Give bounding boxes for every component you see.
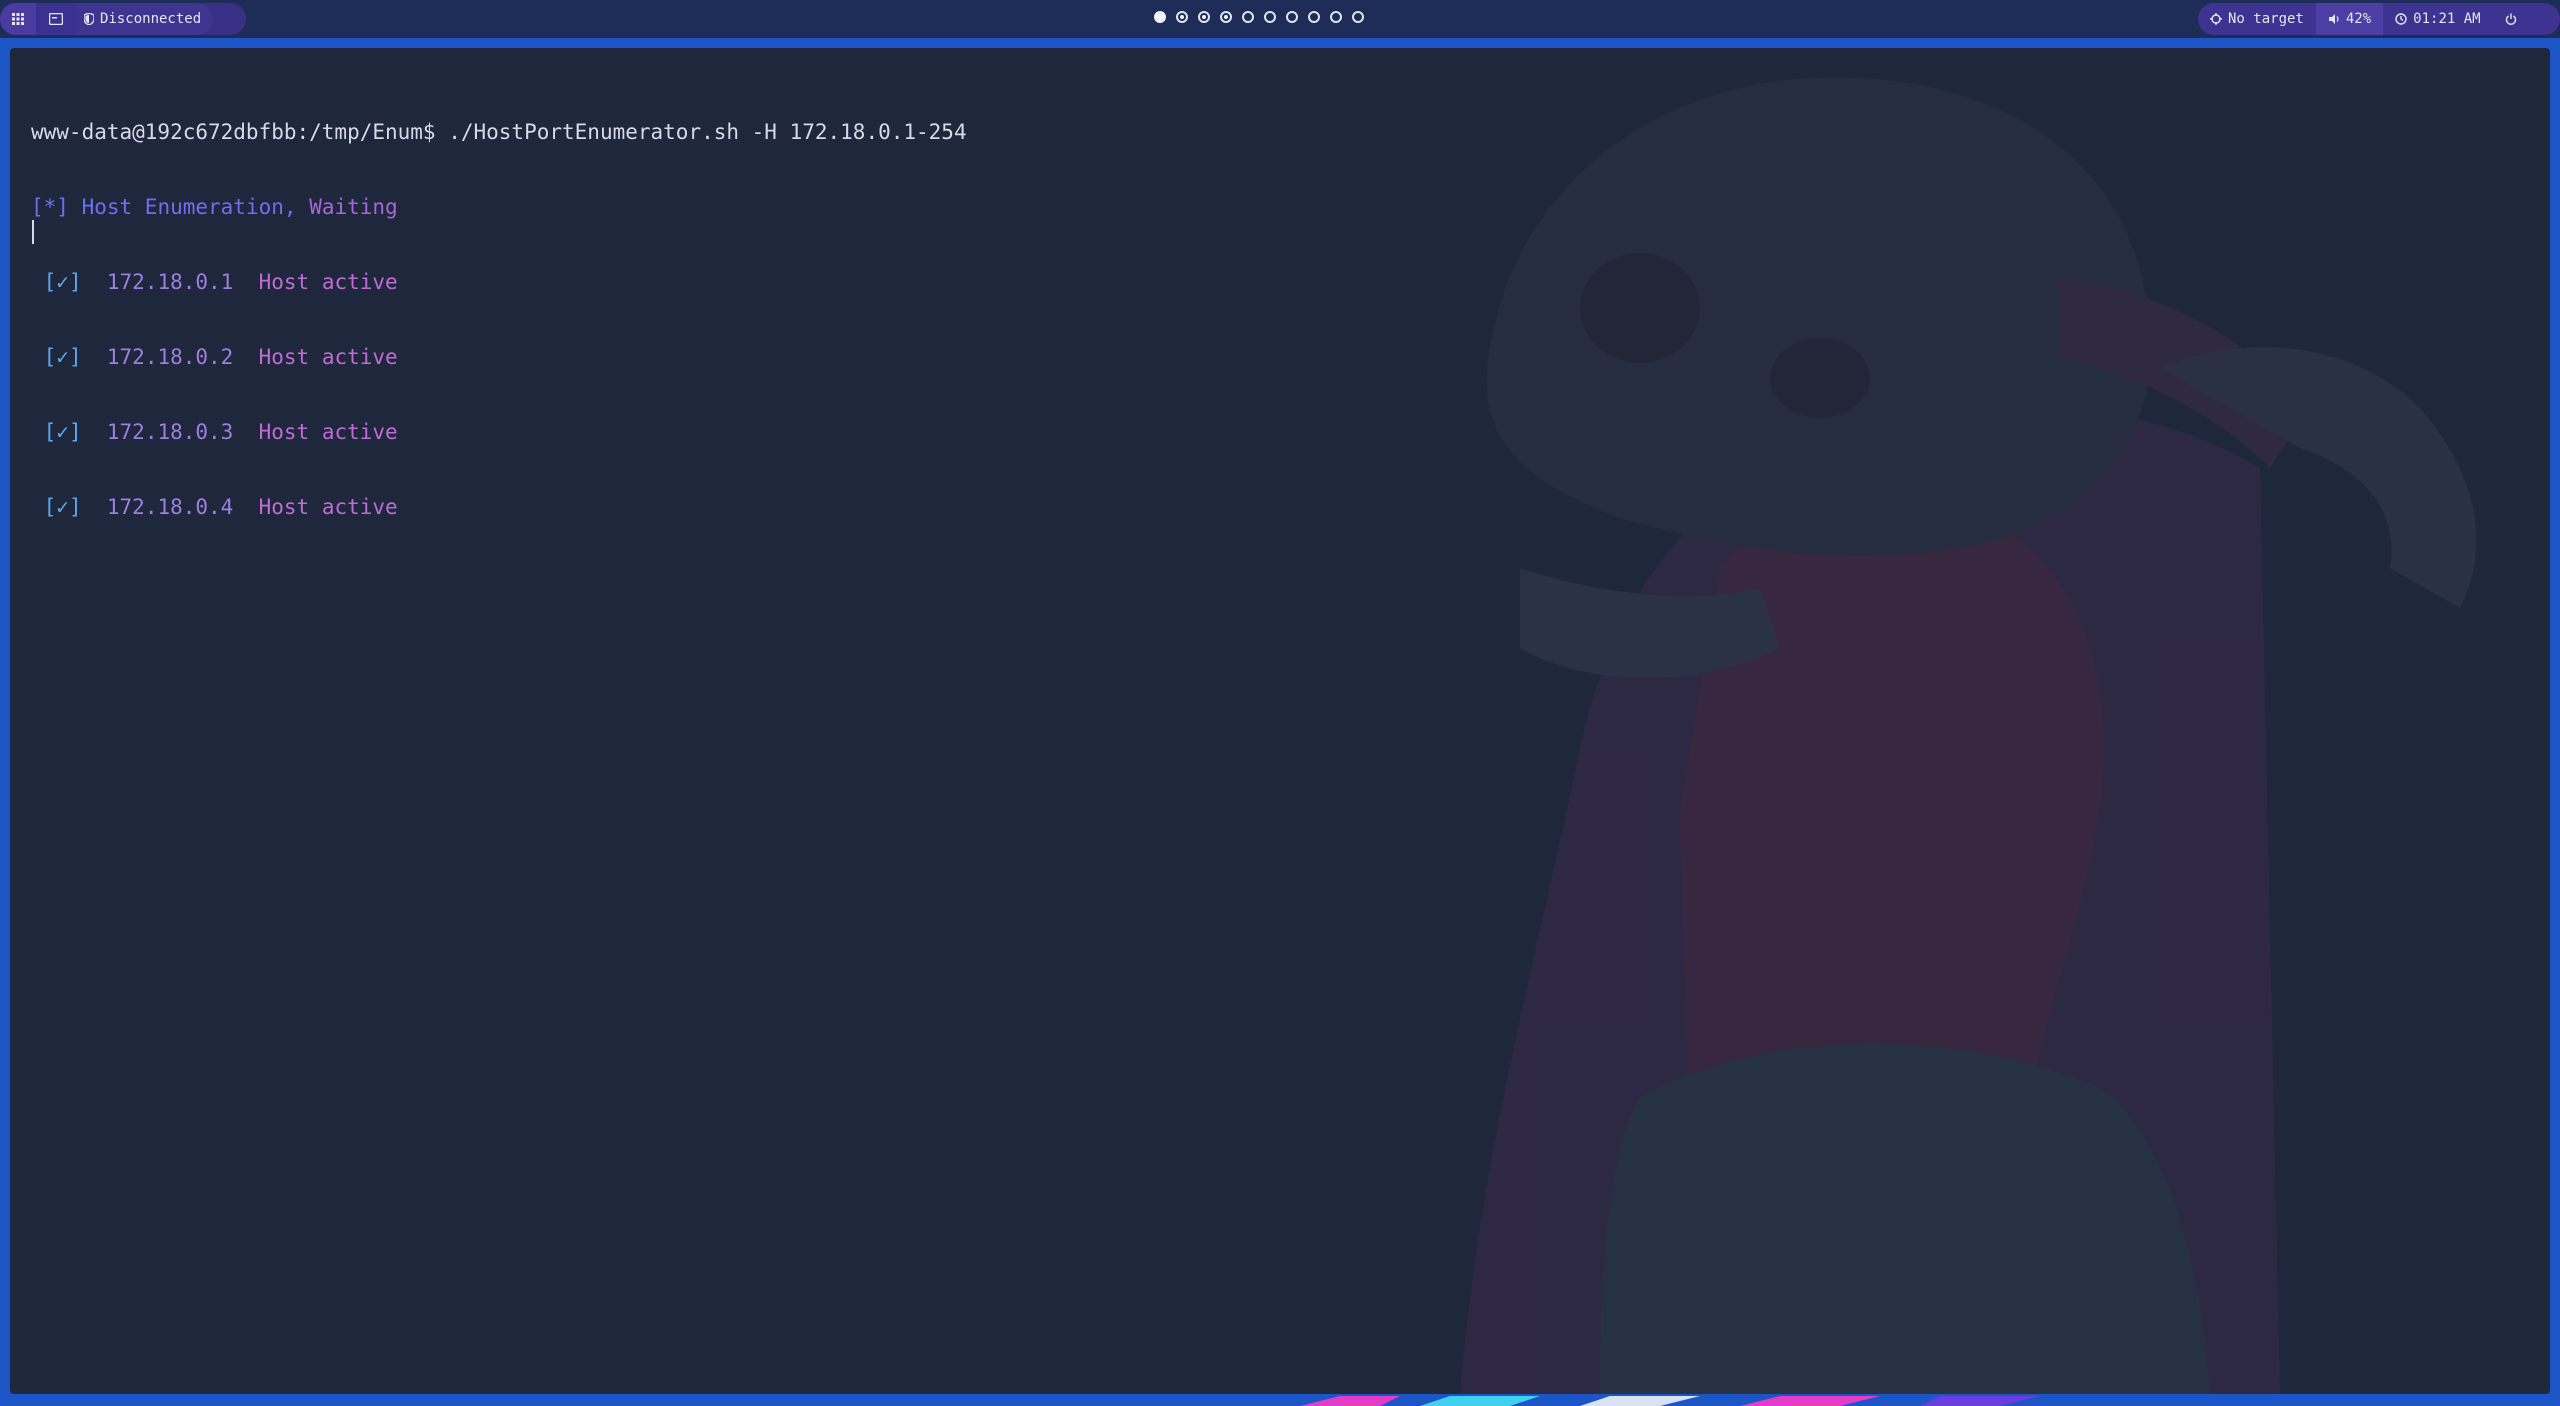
- check-mark: [✓]: [43, 270, 82, 294]
- app-menu-button[interactable]: [0, 3, 36, 35]
- grid-menu-icon: [12, 13, 24, 25]
- workspace-8-button[interactable]: [1308, 11, 1320, 23]
- terminal-launcher-button[interactable]: [36, 3, 76, 35]
- workspace-9-button[interactable]: [1330, 11, 1342, 23]
- workspace-2-button[interactable]: [1176, 11, 1188, 23]
- info-text: Host Enumeration,: [81, 195, 297, 219]
- host-line: [✓] 172.18.0.4 Host active: [31, 495, 967, 520]
- power-button[interactable]: [2493, 3, 2529, 35]
- volume-indicator[interactable]: 42%: [2315, 3, 2384, 35]
- workspace-10-button[interactable]: [1352, 11, 1364, 23]
- host-status: Host active: [258, 345, 398, 369]
- command-line: www-data@192c672dbfbb:/tmp/Enum$ ./HostP…: [31, 120, 967, 144]
- workspace-switcher: [1154, 11, 1364, 23]
- text-cursor: [32, 220, 34, 244]
- host-ip: 172.18.0.3: [106, 420, 234, 444]
- check-mark: [✓]: [43, 420, 82, 444]
- shield-icon: [84, 13, 94, 25]
- top-bar: Disconnected No target 42% 01:21 AM: [0, 0, 2560, 38]
- target-indicator[interactable]: No target: [2198, 3, 2316, 35]
- check-mark: [✓]: [43, 495, 82, 519]
- workspace-1-button[interactable]: [1154, 11, 1166, 23]
- right-bar-pill: No target 42% 01:21 AM: [2198, 3, 2560, 35]
- host-ip: 172.18.0.1: [106, 270, 234, 294]
- clock-icon: [2395, 13, 2407, 25]
- clock[interactable]: 01:21 AM: [2383, 3, 2492, 35]
- workspace-5-button[interactable]: [1242, 11, 1254, 23]
- vpn-status[interactable]: Disconnected: [76, 3, 214, 35]
- workspace-7-button[interactable]: [1286, 11, 1298, 23]
- host-line: [✓] 172.18.0.2 Host active: [31, 345, 967, 370]
- host-ip: 172.18.0.2: [106, 345, 234, 369]
- terminal-output: www-data@192c672dbfbb:/tmp/Enum$ ./HostP…: [31, 70, 967, 570]
- vpn-status-label: Disconnected: [100, 11, 202, 27]
- crosshair-icon: [2210, 13, 2222, 25]
- power-icon: [2505, 13, 2516, 25]
- workspace-3-button[interactable]: [1198, 11, 1210, 23]
- speaker-icon: [2328, 14, 2339, 24]
- check-mark: [✓]: [43, 345, 82, 369]
- info-marker: [*]: [31, 195, 69, 219]
- info-waiting: Waiting: [309, 195, 398, 219]
- workspace-6-button[interactable]: [1264, 11, 1276, 23]
- skeleton-wallpaper-art: [1460, 77, 2477, 1394]
- host-status: Host active: [258, 495, 398, 519]
- volume-label: 42%: [2345, 11, 2372, 27]
- host-status: Host active: [258, 420, 398, 444]
- target-label: No target: [2228, 11, 2304, 27]
- terminal-window[interactable]: www-data@192c672dbfbb:/tmp/Enum$ ./HostP…: [10, 48, 2550, 1394]
- host-line: [✓] 172.18.0.1 Host active: [31, 270, 967, 295]
- terminal-icon: [49, 13, 63, 25]
- wallpaper-strip: [1280, 1396, 2150, 1406]
- host-status: Host active: [258, 270, 398, 294]
- workspace-4-button[interactable]: [1220, 11, 1232, 23]
- host-ip: 172.18.0.4: [106, 495, 234, 519]
- left-bar-pill: Disconnected: [0, 3, 246, 35]
- info-line: [*] Host Enumeration, Waiting: [31, 195, 967, 220]
- host-line: [✓] 172.18.0.3 Host active: [31, 420, 967, 445]
- clock-label: 01:21 AM: [2413, 11, 2481, 27]
